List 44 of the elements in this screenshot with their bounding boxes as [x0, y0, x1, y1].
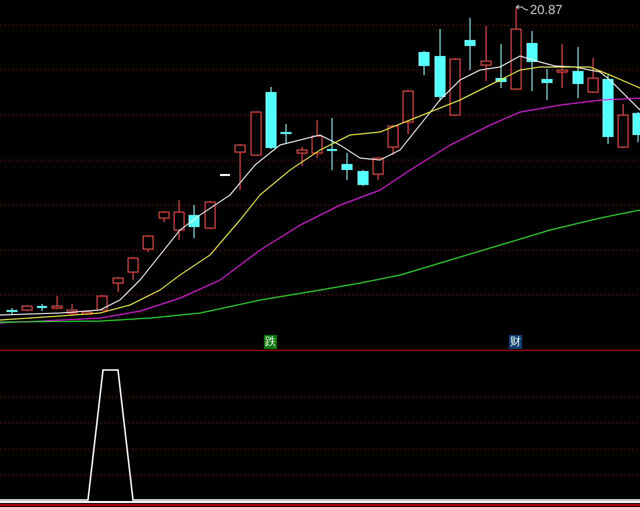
candlestick	[526, 30, 538, 92]
candlestick	[112, 276, 124, 292]
candlestick	[37, 304, 47, 312]
candlestick	[480, 26, 492, 82]
candlestick	[588, 58, 598, 94]
candlestick	[464, 18, 476, 70]
candlestick	[358, 170, 368, 186]
candlestick	[342, 152, 352, 180]
candlestick	[450, 58, 460, 116]
signal-marker: 财	[509, 335, 522, 349]
candlestick	[234, 144, 246, 190]
candlestick	[312, 120, 322, 158]
candlestick	[142, 234, 154, 252]
arrow-icon	[516, 4, 528, 10]
high-price-label: 20.87	[530, 3, 563, 16]
candlestick	[372, 156, 384, 180]
candlestick	[22, 304, 32, 312]
candlestick	[418, 50, 430, 76]
candlestick	[250, 110, 262, 156]
candlestick	[632, 112, 640, 142]
candlestick	[402, 90, 414, 134]
candlestick	[204, 200, 216, 230]
candlestick	[66, 304, 78, 316]
candlestick	[82, 310, 92, 316]
candlestick	[602, 74, 614, 144]
candlestick	[327, 118, 337, 170]
candlestick	[556, 44, 568, 88]
candlestick	[296, 146, 308, 166]
candlestick	[96, 294, 108, 310]
candlestick	[6, 308, 18, 314]
candlestick	[266, 86, 276, 150]
candlestick	[128, 256, 138, 280]
candlestick	[174, 200, 184, 240]
candlestick	[280, 124, 292, 144]
candlestick	[618, 104, 628, 148]
candlestick	[188, 204, 200, 238]
candlestick	[158, 210, 170, 222]
candlestick	[52, 296, 62, 310]
candlestick	[572, 46, 584, 98]
signal-marker: 跌	[264, 335, 277, 349]
candlestick	[496, 44, 506, 88]
candlestick	[220, 174, 230, 176]
candlestick	[388, 124, 398, 156]
candlestick	[542, 68, 552, 100]
